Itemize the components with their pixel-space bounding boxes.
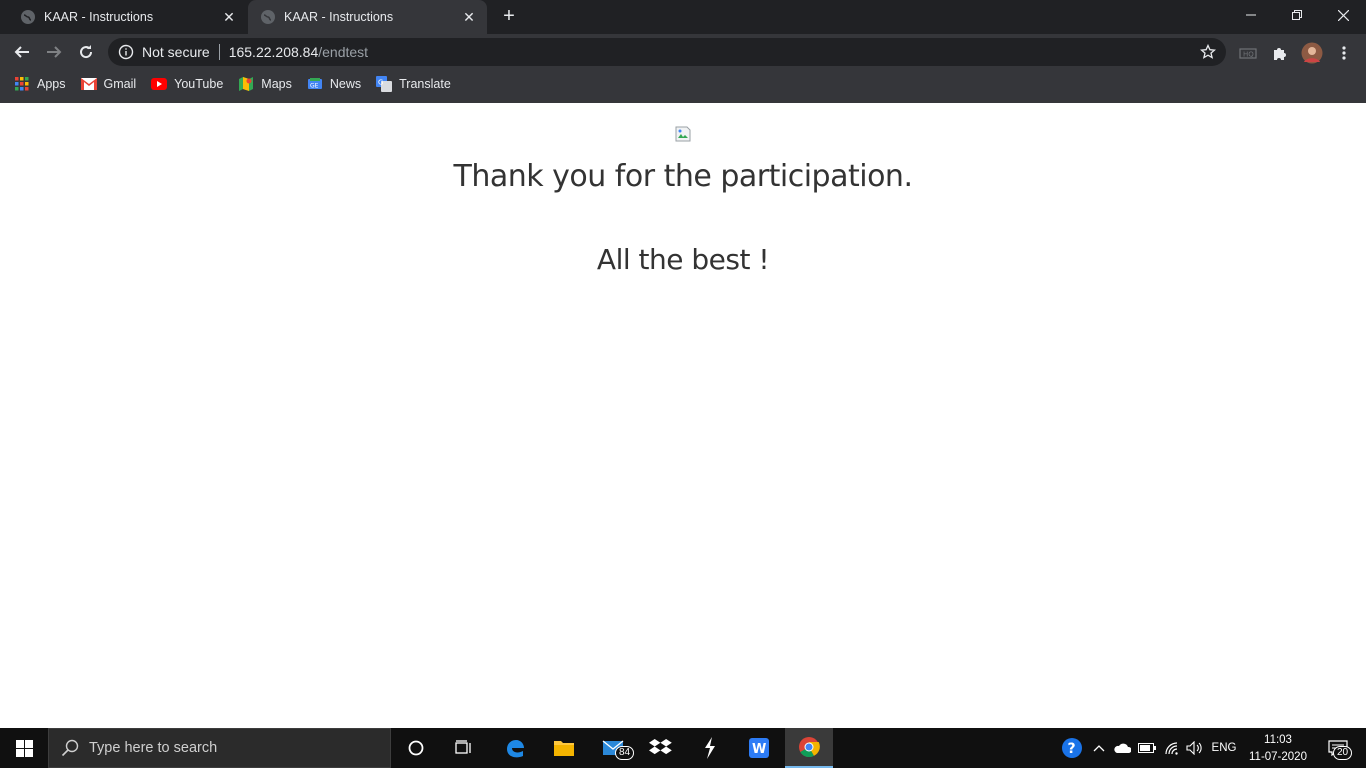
- translate-icon: G: [376, 76, 393, 92]
- wifi-icon[interactable]: [1161, 728, 1183, 768]
- svg-text:?: ?: [1068, 741, 1076, 757]
- address-bar[interactable]: Not secure 165.22.208.84 /endtest: [108, 38, 1226, 66]
- page-content: Thank you for the participation. All the…: [0, 103, 1366, 728]
- extension-icon[interactable]: HQ: [1238, 43, 1258, 63]
- back-button[interactable]: [8, 38, 36, 66]
- taskbar-clock[interactable]: 11:03 11-07-2020: [1244, 732, 1312, 766]
- maps-icon: [238, 76, 254, 92]
- dropbox-button[interactable]: [637, 728, 685, 768]
- chrome-icon: [799, 737, 820, 758]
- windows-logo-icon: [15, 739, 33, 757]
- security-label[interactable]: Not secure: [142, 44, 210, 60]
- url-path: /endtest: [318, 44, 369, 60]
- bookmark-youtube[interactable]: YouTube: [151, 76, 223, 92]
- folder-icon: [554, 741, 574, 756]
- globe-icon: [260, 9, 276, 25]
- bookmark-label: Translate: [399, 77, 451, 91]
- edge-icon: [507, 740, 524, 758]
- volume-icon[interactable]: [1184, 728, 1206, 768]
- new-tab-button[interactable]: +: [498, 6, 520, 28]
- task-view-button[interactable]: [440, 728, 488, 768]
- help-tray-icon[interactable]: ?: [1058, 728, 1086, 768]
- search-icon: [61, 739, 79, 757]
- mail-badge: 84: [615, 746, 635, 760]
- windows-taskbar: Type here to search 84 W ? ENG 11:03 11-…: [0, 728, 1366, 768]
- url-host: 165.22.208.84: [228, 44, 319, 60]
- battery-icon[interactable]: [1136, 728, 1158, 768]
- bookmark-news[interactable]: GE News: [307, 76, 361, 92]
- bookmark-translate[interactable]: G Translate: [376, 76, 451, 92]
- puzzle-icon[interactable]: [1270, 43, 1290, 63]
- file-explorer-button[interactable]: [540, 728, 588, 768]
- bookmarks-bar: Apps Gmail YouTube Maps GE News G Transl…: [0, 70, 1366, 98]
- globe-icon: [20, 9, 36, 25]
- bookmark-maps[interactable]: Maps: [238, 76, 292, 92]
- edge-taskbar-button[interactable]: [491, 728, 539, 768]
- bookmark-label: Maps: [261, 77, 292, 91]
- start-button[interactable]: [0, 728, 48, 768]
- bookmark-label: News: [329, 77, 362, 91]
- bookmark-star-icon[interactable]: [1199, 43, 1217, 63]
- info-icon[interactable]: [118, 44, 134, 60]
- chrome-taskbar-button[interactable]: [785, 728, 833, 768]
- apps-grid-icon: [14, 76, 30, 92]
- bolt-icon: [705, 737, 715, 759]
- forward-button[interactable]: [40, 38, 68, 66]
- omnibox-divider: [218, 44, 220, 60]
- youtube-icon: [151, 76, 168, 92]
- svg-text:G: G: [378, 79, 383, 87]
- chevron-up-icon[interactable]: [1090, 728, 1108, 768]
- tab-title: KAAR - Instructions: [44, 10, 154, 24]
- search-placeholder: Type here to search: [89, 740, 218, 756]
- restore-button[interactable]: [1274, 0, 1320, 30]
- svg-text:GE: GE: [310, 83, 319, 90]
- tab-kaar-instructions-1[interactable]: KAAR - Instructions ✕: [8, 0, 247, 34]
- onedrive-icon[interactable]: [1111, 728, 1133, 768]
- bookmark-label: YouTube: [174, 77, 224, 91]
- tab-title: KAAR - Instructions: [284, 10, 394, 24]
- svg-text:HQ: HQ: [1243, 51, 1254, 59]
- writer-icon: W: [749, 738, 769, 758]
- app-s-button[interactable]: [686, 728, 734, 768]
- wps-writer-button[interactable]: W: [735, 728, 783, 768]
- browser-chrome: KAAR - Instructions ✕ KAAR - Instruction…: [0, 0, 1366, 103]
- bookmark-apps[interactable]: Apps: [14, 76, 66, 92]
- language-indicator[interactable]: ENG: [1208, 728, 1240, 768]
- action-center-button[interactable]: 20: [1320, 728, 1356, 768]
- news-icon: GE: [307, 76, 323, 92]
- cortana-button[interactable]: [392, 728, 440, 768]
- close-tab-icon[interactable]: ✕: [219, 7, 239, 27]
- mail-taskbar-button[interactable]: 84: [589, 728, 637, 768]
- svg-text:W: W: [752, 742, 766, 757]
- notification-badge: 20: [1333, 746, 1353, 760]
- thank-you-message: Thank you for the participation.: [453, 159, 913, 194]
- tab-kaar-instructions-2[interactable]: KAAR - Instructions ✕: [248, 0, 487, 34]
- broken-image-icon: [675, 126, 691, 142]
- all-the-best-message: All the best !: [596, 243, 770, 276]
- tab-strip: KAAR - Instructions ✕ KAAR - Instruction…: [0, 0, 1366, 34]
- dropbox-icon: [649, 738, 672, 755]
- gmail-icon: [80, 76, 97, 92]
- reload-button[interactable]: [72, 38, 100, 66]
- minimize-button[interactable]: [1228, 0, 1274, 30]
- profile-avatar[interactable]: [1301, 42, 1323, 64]
- bookmark-label: Gmail: [103, 77, 137, 91]
- bookmark-label: Apps: [37, 77, 66, 91]
- clock-date: 11-07-2020: [1249, 751, 1307, 763]
- cortana-icon: [408, 740, 424, 756]
- bookmark-gmail[interactable]: Gmail: [80, 76, 137, 92]
- menu-dots-icon[interactable]: [1334, 43, 1354, 63]
- task-view-icon: [455, 740, 471, 754]
- taskbar-search-box[interactable]: Type here to search: [48, 728, 391, 768]
- close-window-button[interactable]: [1320, 0, 1366, 30]
- close-tab-icon[interactable]: ✕: [459, 7, 479, 27]
- clock-time: 11:03: [1264, 734, 1292, 746]
